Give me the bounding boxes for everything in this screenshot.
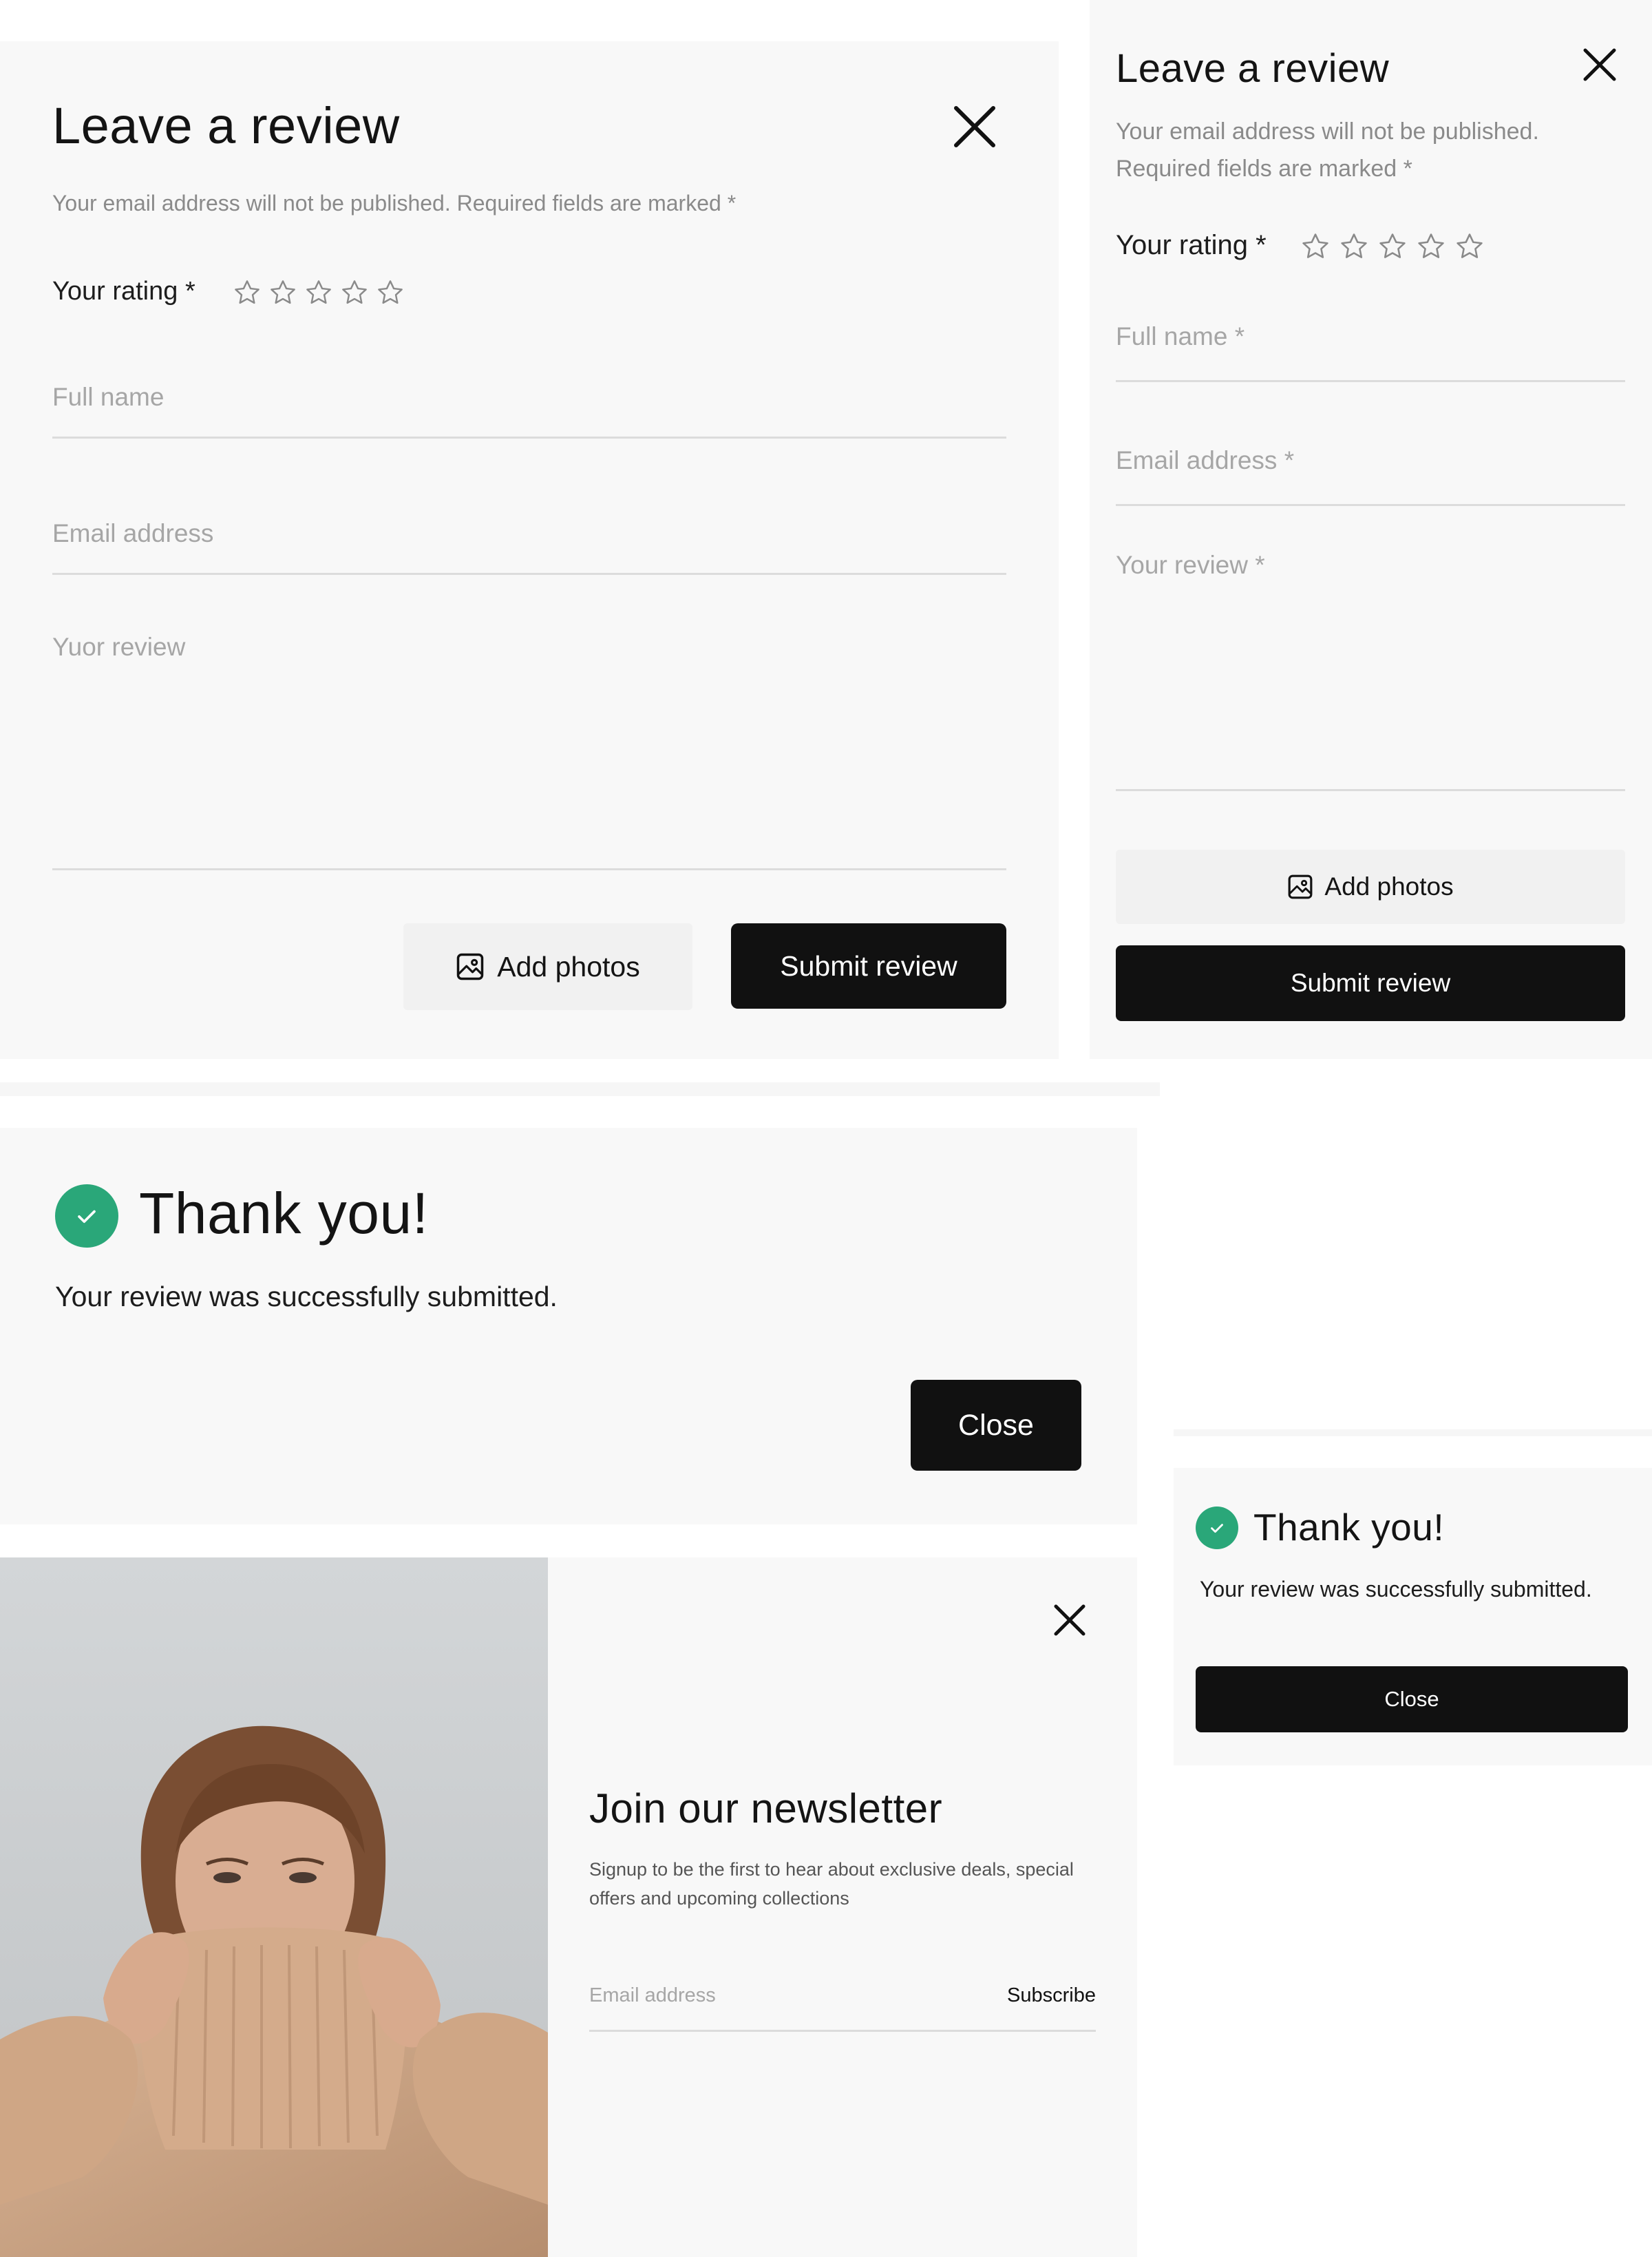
email-field-mobile[interactable]: Email address * — [1116, 442, 1625, 506]
close-button-label: Close — [958, 1408, 1034, 1442]
separator-strip — [0, 1082, 1160, 1096]
star-icon[interactable] — [376, 278, 405, 307]
woman-in-sweater-image — [0, 1557, 548, 2257]
close-button[interactable]: Close — [911, 1380, 1081, 1471]
subtitle-line-1: Your email address will not be published… — [1116, 118, 1539, 145]
newsletter-description: Signup to be the first to hear about exc… — [589, 1855, 1074, 1913]
newsletter-email-field[interactable]: Email address Subscribe — [589, 1975, 1096, 2032]
review-modal-desktop: Leave a review Your email address will n… — [0, 41, 1059, 1059]
image-icon — [457, 953, 484, 980]
star-icon[interactable] — [304, 278, 333, 307]
review-placeholder: Yuor review — [52, 633, 186, 661]
star-icon[interactable] — [340, 278, 369, 307]
newsletter-modal: Join our newsletter Signup to be the fir… — [0, 1557, 1137, 2257]
star-icon[interactable] — [268, 278, 297, 307]
newsletter-email-placeholder: Email address — [589, 1984, 716, 2006]
review-textarea[interactable]: Yuor review — [52, 630, 1006, 870]
separator-strip — [1174, 1429, 1652, 1436]
submit-review-button[interactable]: Submit review — [731, 923, 1006, 1009]
star-icon[interactable] — [233, 278, 262, 307]
star-icon[interactable] — [1339, 231, 1369, 262]
rating-label-mobile: Your rating * — [1116, 230, 1267, 260]
submit-review-label-mobile: Submit review — [1290, 969, 1451, 997]
success-check-icon — [55, 1184, 118, 1248]
thanks-modal-mobile: Thank you! Your review was successfully … — [1174, 1468, 1652, 1765]
star-icon[interactable] — [1454, 231, 1485, 262]
email-placeholder: Email address — [52, 519, 214, 547]
image-icon — [1288, 874, 1313, 899]
review-placeholder-mobile: Your review * — [1116, 551, 1265, 579]
add-photos-button-mobile[interactable]: Add photos — [1116, 850, 1625, 924]
full-name-field[interactable]: Full name — [52, 379, 1006, 439]
add-photos-label-mobile: Add photos — [1324, 872, 1454, 901]
submit-review-button-mobile[interactable]: Submit review — [1116, 945, 1625, 1021]
thanks-message: Your review was successfully submitted. — [55, 1281, 558, 1312]
subtitle-line-2: Required fields are marked * — [1116, 156, 1412, 182]
description-line-2: offers and upcoming collections — [589, 1888, 849, 1909]
newsletter-title: Join our newsletter — [589, 1785, 943, 1831]
rating-stars[interactable] — [233, 278, 405, 307]
add-photos-label: Add photos — [497, 950, 640, 983]
close-icon[interactable] — [1583, 48, 1616, 81]
submit-review-label: Submit review — [780, 949, 957, 982]
email-field[interactable]: Email address — [52, 515, 1006, 575]
add-photos-button[interactable]: Add photos — [403, 923, 692, 1010]
full-name-placeholder: Full name — [52, 383, 165, 411]
review-modal-mobile: Leave a review Your email address will n… — [1090, 0, 1652, 1059]
close-icon[interactable] — [1054, 1604, 1086, 1636]
check-icon — [78, 1210, 96, 1224]
star-icon[interactable] — [1416, 231, 1446, 262]
thanks-title: Thank you! — [139, 1181, 429, 1246]
rating-label: Your rating * — [52, 277, 195, 306]
subscribe-button[interactable]: Subscribe — [1007, 1984, 1096, 2007]
model-photo — [0, 1557, 548, 2257]
review-subtitle-mobile: Your email address will not be published… — [1116, 113, 1539, 187]
success-check-icon — [1196, 1507, 1238, 1549]
close-button-mobile[interactable]: Close — [1196, 1666, 1628, 1732]
email-placeholder-mobile: Email address * — [1116, 446, 1295, 474]
star-icon[interactable] — [1300, 231, 1331, 262]
description-line-1: Signup to be the first to hear about exc… — [589, 1859, 1074, 1880]
thanks-modal-desktop: Thank you! Your review was successfully … — [0, 1128, 1137, 1524]
review-subtitle: Your email address will not be published… — [52, 191, 737, 216]
close-icon[interactable] — [953, 105, 996, 148]
star-icon[interactable] — [1377, 231, 1408, 262]
review-title: Leave a review — [52, 97, 400, 154]
review-textarea-mobile[interactable]: Your review * — [1116, 548, 1625, 791]
full-name-field-mobile[interactable]: Full name * — [1116, 318, 1625, 382]
full-name-placeholder-mobile: Full name * — [1116, 322, 1245, 350]
review-title-mobile: Leave a review — [1116, 46, 1390, 91]
thanks-title-mobile: Thank you! — [1253, 1506, 1445, 1549]
close-button-label-mobile: Close — [1384, 1687, 1439, 1711]
check-icon — [1211, 1524, 1223, 1533]
rating-stars-mobile[interactable] — [1300, 231, 1485, 262]
thanks-message-mobile: Your review was successfully submitted. — [1200, 1577, 1592, 1602]
